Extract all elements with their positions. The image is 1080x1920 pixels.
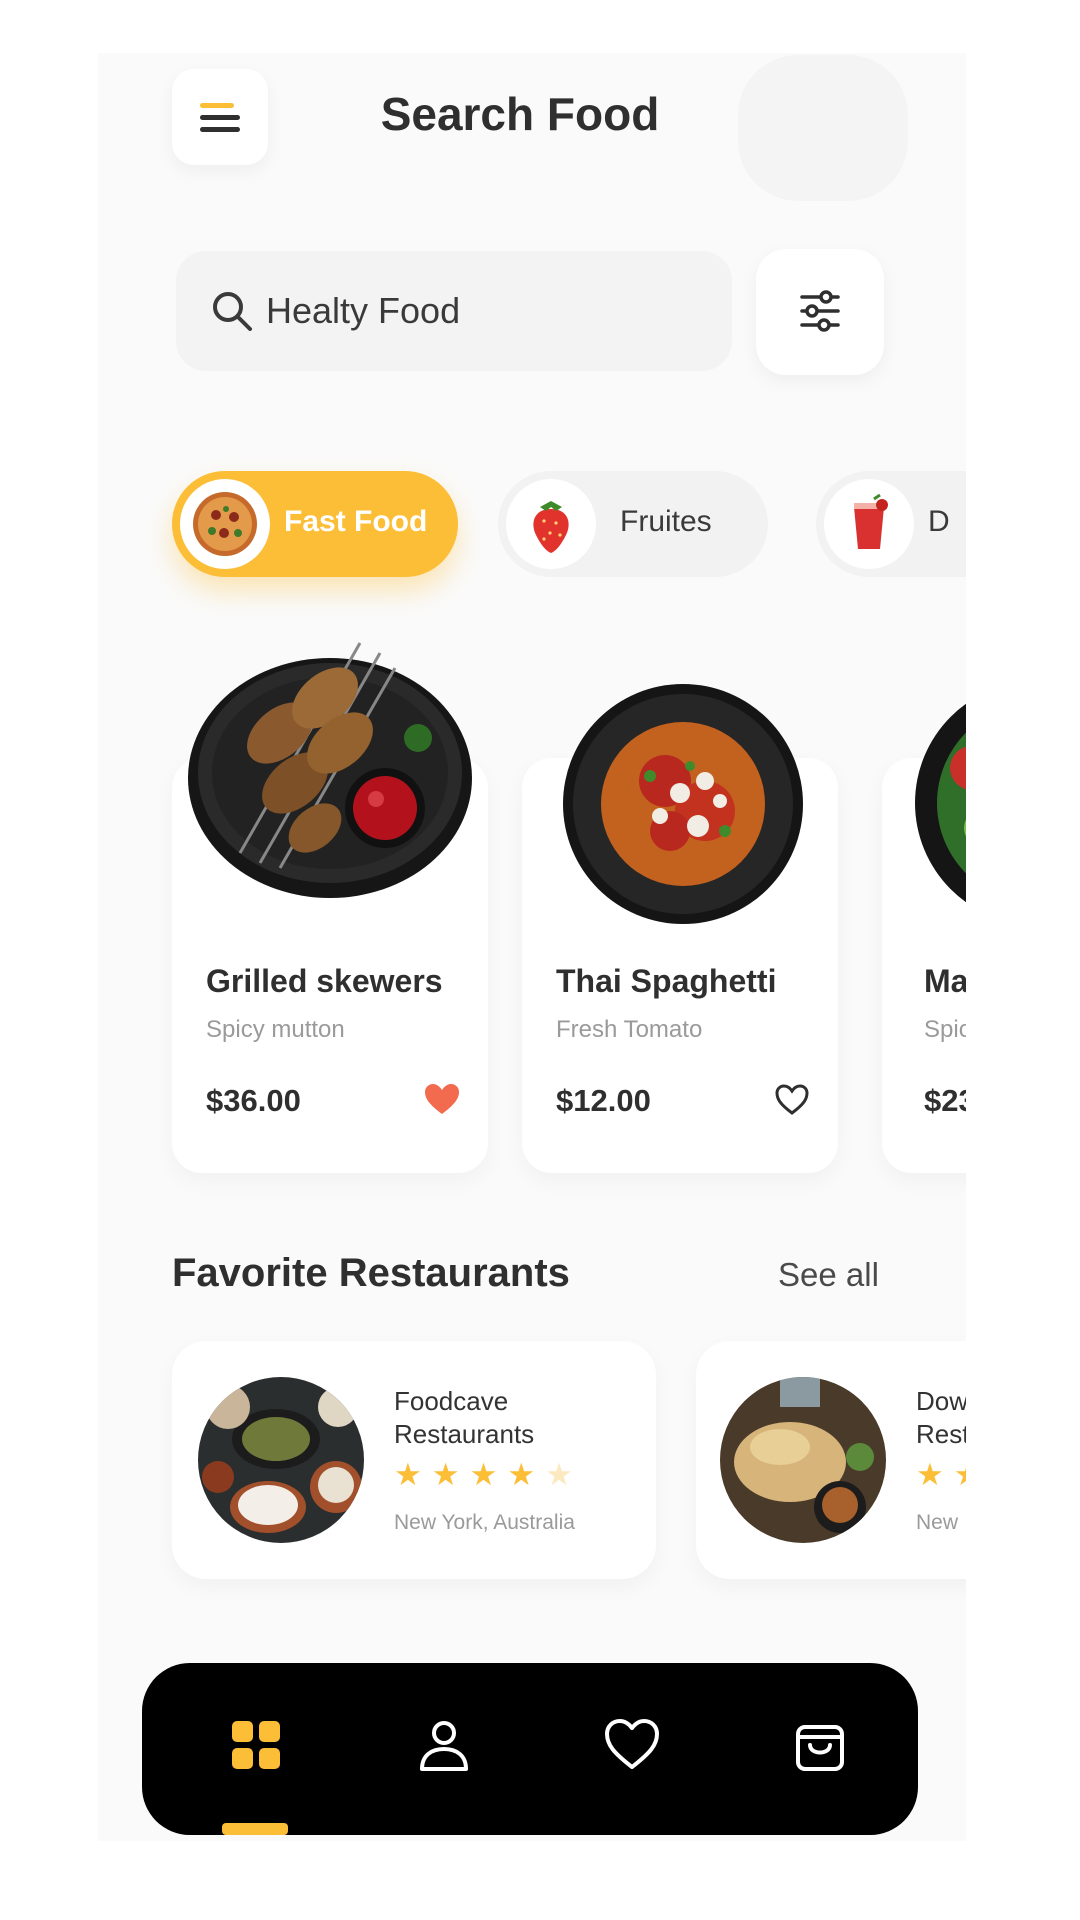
drink-icon	[824, 479, 914, 569]
category-fruites[interactable]: Fruites	[498, 471, 768, 577]
food-card[interactable]: Thai Spaghetti Fresh Tomato $12.00	[522, 684, 838, 1173]
search-input[interactable]	[266, 281, 706, 341]
star-empty-icon: ★	[545, 1457, 583, 1492]
sliders-icon	[800, 290, 840, 332]
category-drinks[interactable]: D	[816, 471, 966, 577]
restaurant-name: Dow Rest	[916, 1386, 966, 1449]
menu-button[interactable]	[172, 69, 268, 165]
section-title: Favorite Restaurants	[172, 1251, 570, 1295]
pizza-icon	[180, 479, 270, 569]
bottom-navigation	[142, 1663, 918, 1835]
see-all-link[interactable]: See all	[778, 1256, 879, 1294]
category-label: Fast Food	[284, 505, 428, 538]
star-rating: ★★★★★	[394, 1457, 583, 1493]
food-name: Ma	[924, 963, 966, 999]
food-description: Spicy mutton	[206, 1016, 345, 1043]
restaurant-image	[198, 1377, 364, 1543]
restaurant-card[interactable]: Dow Rest ★★ New	[696, 1341, 966, 1579]
category-fast-food[interactable]: Fast Food	[172, 471, 458, 577]
strawberry-icon	[506, 479, 596, 569]
salad-image	[915, 703, 966, 903]
hamburger-menu-icon	[200, 103, 240, 132]
active-tab-indicator	[222, 1823, 288, 1835]
thai-spaghetti-image	[563, 684, 803, 924]
shopping-bag-icon[interactable]	[790, 1715, 850, 1775]
restaurant-name: Foodcave Restaurants	[394, 1386, 535, 1449]
restaurant-location: New	[916, 1511, 959, 1534]
food-card[interactable]: Ma Spic $23	[882, 703, 966, 1173]
restaurant-location: New York, Australia	[394, 1511, 575, 1534]
star-icon: ★★★★	[394, 1457, 546, 1492]
search-bar[interactable]	[176, 251, 732, 371]
category-label: Fruites	[620, 505, 712, 538]
page-title: Search Food	[380, 88, 660, 140]
profile-icon[interactable]	[414, 1715, 474, 1775]
filter-button[interactable]	[756, 249, 884, 375]
heart-icon[interactable]	[602, 1715, 662, 1775]
grilled-skewers-image	[188, 642, 472, 898]
restaurant-card[interactable]: Foodcave Restaurants ★★★★★ New York, Aus…	[172, 1341, 656, 1579]
food-price: $36.00	[206, 1083, 301, 1118]
category-label: D	[928, 505, 950, 538]
food-description: Spic	[924, 1016, 966, 1043]
food-name: Grilled skewers	[206, 963, 443, 999]
food-price: $23	[924, 1083, 966, 1118]
restaurant-image	[720, 1377, 886, 1543]
avatar[interactable]	[738, 55, 908, 201]
search-icon	[213, 292, 252, 331]
app-screen: Search Food Healty Food Fast Food Fruite…	[98, 53, 966, 1841]
food-card[interactable]: Grilled skewers Spicy mutton $36.00	[172, 642, 488, 1173]
food-name: Thai Spaghetti	[556, 963, 777, 999]
heart-filled-icon[interactable]	[422, 1080, 462, 1120]
star-icon: ★★	[916, 1457, 966, 1492]
star-rating: ★★	[916, 1457, 966, 1493]
home-grid-icon[interactable]	[226, 1715, 286, 1775]
heart-outline-icon[interactable]	[772, 1080, 812, 1120]
food-price: $12.00	[556, 1083, 651, 1118]
food-description: Fresh Tomato	[556, 1016, 703, 1043]
